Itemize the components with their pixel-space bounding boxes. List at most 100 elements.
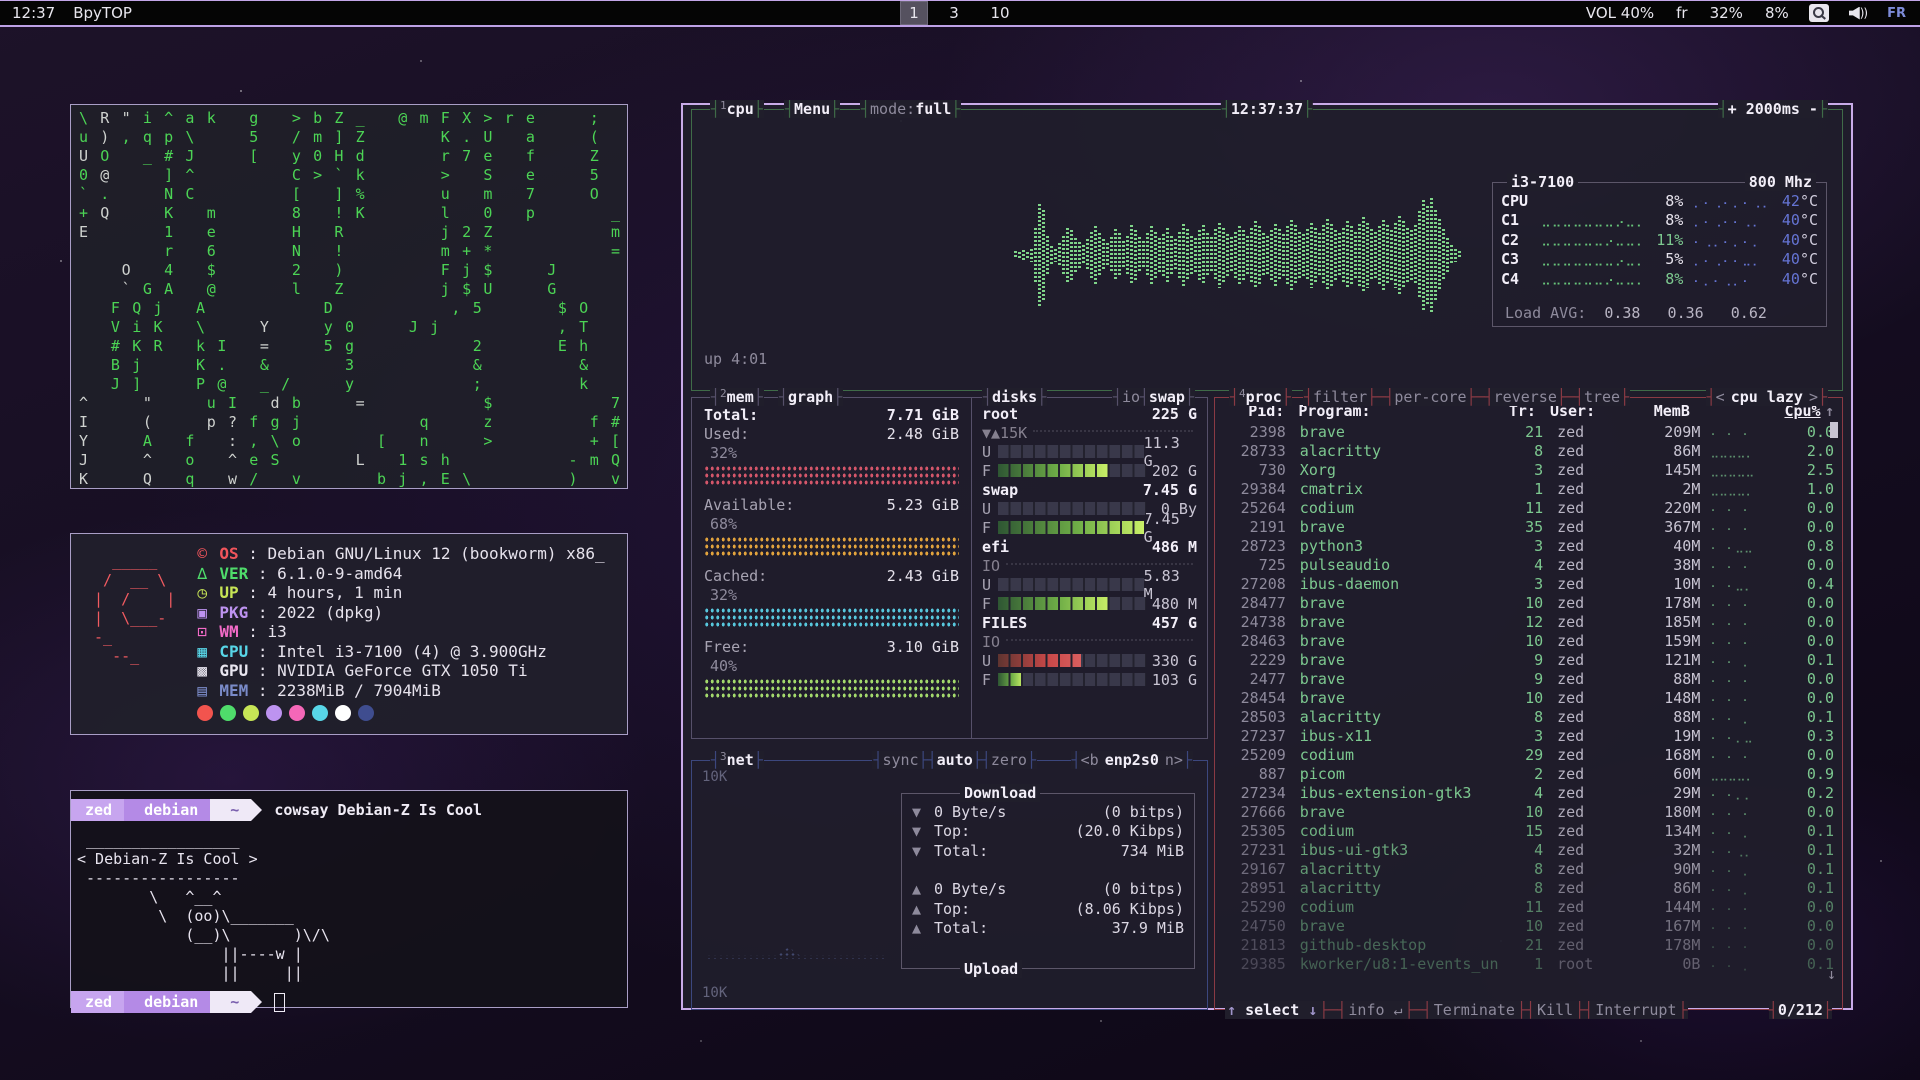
kill-button[interactable]: Kill bbox=[1535, 1001, 1575, 1019]
select-control[interactable]: ↑ select ↓ bbox=[1225, 1001, 1319, 1019]
core-stat-row: C3⣀⣀⣀⣀⣀⣀⣀⡠⣀⣀⣀5%⡀⠄⢀⠄⠄⣀⡀40°C bbox=[1493, 250, 1826, 270]
net-stat-row: ▼Top:(20.0 Kibps) bbox=[902, 822, 1194, 842]
cmatrix-terminal[interactable]: \ R " i ^ a k g > b Z _ @ m F X > r e ;u… bbox=[70, 104, 628, 489]
workspace-button-1[interactable]: 1 bbox=[900, 1, 928, 25]
process-row[interactable]: 2229brave9zed121M⠄ ⠄ ⡀0.1 bbox=[1215, 650, 1842, 669]
workspace-button-10[interactable]: 10 bbox=[980, 1, 1020, 25]
process-row[interactable]: 25305codium15zed134M⠄ ⠄ ⡀0.1 bbox=[1215, 821, 1842, 840]
terminal-color-dots bbox=[197, 705, 604, 721]
process-row[interactable]: 887picom2zed60M⣀⣀⣀⣀⡀0.9 bbox=[1215, 764, 1842, 783]
scrollbar-thumb[interactable] bbox=[1830, 422, 1838, 438]
process-row[interactable]: 29384cmatrix1zed2M⣀⣀⣀⣀⡀1.0 bbox=[1215, 479, 1842, 498]
i3bar: 12:37 BpyTOP 1310 VOL 40%fr32%8% )) FR bbox=[0, 0, 1920, 27]
disk-name-row: FILES457 G bbox=[982, 613, 1197, 632]
screenshot-icon[interactable] bbox=[1809, 4, 1829, 22]
process-row[interactable]: 28477brave10zed178M⠄ ⠄ ⠄0.0 bbox=[1215, 593, 1842, 612]
process-row[interactable]: 28454brave10zed148M⠄ ⠄ ⠄0.0 bbox=[1215, 688, 1842, 707]
system-info-line: ▩GPU : NVIDIA GeForce GTX 1050 Ti bbox=[197, 661, 604, 681]
process-row[interactable]: 27231ibus-ui-gtk34zed32M⠄ ⠄⢀⡀0.1 bbox=[1215, 840, 1842, 859]
process-row[interactable]: 28503alacritty8zed88M⠄ ⠄ ⡀0.1 bbox=[1215, 707, 1842, 726]
matrix-row: u ) , q p \ 5 / m ] Z K . U a ( bbox=[79, 128, 619, 147]
scroll-down-arrow[interactable]: ↓ bbox=[1827, 965, 1836, 983]
sort-mode[interactable]: cpu lazy bbox=[1725, 388, 1809, 406]
iface-prev-button[interactable]: <b bbox=[1081, 751, 1099, 769]
disk-free-row: F103 G bbox=[982, 670, 1197, 689]
mem-stat-row: Cached:2.43 GiB bbox=[704, 567, 959, 586]
matrix-row: O 4 $ 2 ) F j $ J R bbox=[79, 261, 619, 280]
shell-prompt-2[interactable]: zed debian ~ bbox=[71, 991, 627, 1013]
process-row[interactable]: 27666brave10zed180M⠄ ⠄ ⠄0.0 bbox=[1215, 802, 1842, 821]
terminal-cursor[interactable] bbox=[274, 993, 285, 1012]
proc-tab-reverse[interactable]: reverse bbox=[1494, 388, 1557, 406]
process-row[interactable]: 2191brave35zed367M⠄ ⠄ ⠄0.0 bbox=[1215, 517, 1842, 536]
net-box: ┤3net├ ┤sync├┤auto├┤zero├ ┤<benp2s0n>├ 1… bbox=[691, 760, 1208, 1010]
mem-graph-tab[interactable]: graph bbox=[788, 388, 833, 406]
process-row[interactable]: 25264codium11zed220M⠄ ⠄ ⠄0.0 bbox=[1215, 498, 1842, 517]
disks-box-title: disks bbox=[992, 388, 1037, 406]
prompt-user: zed bbox=[71, 991, 124, 1013]
process-row[interactable]: 725pulseaudio4zed38M⠄ ⠄ ⠄0.0 bbox=[1215, 555, 1842, 574]
process-row[interactable]: 29167alacritty8zed90M⠄ ⠄ ⡀0.1 bbox=[1215, 859, 1842, 878]
matrix-row: \ R " i ^ a k g > b Z _ @ m F X > r e ; bbox=[79, 109, 619, 128]
process-row[interactable]: 24738brave12zed185M⠄ ⠄ ⠄0.0 bbox=[1215, 612, 1842, 631]
matrix-row: ^ " u I d b = $ 7 a bbox=[79, 394, 619, 413]
disks-io-tab[interactable]: io bbox=[1122, 388, 1140, 406]
core-stat-row: CPU8%⡀⠄⢀⠄⡀⠄⢀⡀42°C bbox=[1493, 191, 1826, 211]
bpytop-window[interactable]: ┤1cpu├ ┤Menu├ ┤mode:full├ ┤12:37:37├ ┤+ … bbox=[681, 103, 1853, 1010]
mem-meter bbox=[704, 536, 959, 558]
mem-stat-row: Used:2.48 GiB bbox=[704, 425, 959, 444]
disk-free-row: F480 M bbox=[982, 594, 1197, 613]
sort-next-button[interactable]: > bbox=[1809, 388, 1818, 406]
cowsay-terminal[interactable]: zed debian ~ cowsay Debian-Z Is Cool ___… bbox=[70, 790, 628, 1008]
net-tab-auto[interactable]: auto bbox=[937, 751, 973, 769]
matrix-row: ` G A @ l Z j $ U G m bbox=[79, 280, 619, 299]
interval-control[interactable]: + 2000ms - bbox=[1728, 100, 1818, 118]
proc-tab-tree[interactable]: tree bbox=[1584, 388, 1620, 406]
process-row[interactable]: 24750brave10zed167M⠄ ⠄ ⠄0.0 bbox=[1215, 916, 1842, 935]
matrix-row: + Q K m 8 ! K l 0 p _ bbox=[79, 204, 619, 223]
process-row[interactable]: 25290codium11zed144M⠄ ⠄ ⠄0.0 bbox=[1215, 897, 1842, 916]
process-row[interactable]: 28723python33zed40M⠄ ⠄⣀⣀0.8 bbox=[1215, 536, 1842, 555]
net-tab-sync[interactable]: sync bbox=[882, 751, 918, 769]
net-tab-zero[interactable]: zero bbox=[991, 751, 1027, 769]
process-row[interactable]: 28733alacritty8zed86M⣀⣀⣀⣀⡀2.0 bbox=[1215, 441, 1842, 460]
process-row[interactable]: 21813github-desktop21zed178M⠄ ⠄ ⠄0.0 bbox=[1215, 935, 1842, 954]
process-row[interactable]: 29385kworker/u8:1-events_un1root0B⠄ ⠄ ⡀0… bbox=[1215, 954, 1842, 973]
matrix-row: # K R k I = 5 g 2 E h e bbox=[79, 337, 619, 356]
process-row[interactable]: 27234ibus-extension-gtk34zed29M⠄ ⠄⡀⡀0.2 bbox=[1215, 783, 1842, 802]
system-info-line: ⊡WM : i3 bbox=[197, 622, 604, 642]
keyboard-layout[interactable]: FR bbox=[1887, 6, 1906, 21]
sort-prev-button[interactable]: < bbox=[1716, 388, 1725, 406]
terminate-button[interactable]: Terminate bbox=[1432, 1001, 1517, 1019]
process-row[interactable]: 27208ibus-daemon3zed10M⠄ ⠄⣀⡀0.4 bbox=[1215, 574, 1842, 593]
window-title: BpyTOP bbox=[73, 4, 132, 22]
process-row[interactable]: 27237ibus-x113zed19M⠄ ⠄⡀⣀0.3 bbox=[1215, 726, 1842, 745]
process-row[interactable]: 2398brave21zed209M⠄ ⠄ ⠄0.0 bbox=[1215, 422, 1842, 441]
mode-value[interactable]: full bbox=[915, 100, 951, 118]
process-row[interactable]: 28463brave10zed159M⠄ ⠄ ⠄0.0 bbox=[1215, 631, 1842, 650]
clock-readout: 12:37:37 bbox=[1231, 100, 1303, 118]
mode-label[interactable]: mode: bbox=[870, 100, 915, 118]
proc-tab-per-core[interactable]: per-core bbox=[1394, 388, 1466, 406]
proc-tab-filter[interactable]: filter bbox=[1313, 388, 1367, 406]
info-button[interactable]: info ↵ bbox=[1346, 1001, 1404, 1019]
fetch-terminal[interactable]: _____ / __ \ | / | | \___- -_ --_ ©OS : … bbox=[70, 533, 628, 735]
process-row[interactable]: 2477brave9zed88M⠄ ⠄ ⠄0.0 bbox=[1215, 669, 1842, 688]
cpu-box: ┤1cpu├ ┤Menu├ ┤mode:full├ ┤12:37:37├ ┤+ … bbox=[691, 109, 1843, 391]
matrix-row: U O _ # J [ y 0 H d r 7 e f Z bbox=[79, 147, 619, 166]
process-row[interactable]: 25209codium29zed168M⠄ ⠄ ⠄0.0 bbox=[1215, 745, 1842, 764]
core-stat-row: C2⣀⣀⣀⣀⣀⣀⡠⣀⣀⣀⣀11%⠄⢀⡀⠄⡀⠄⡀40°C bbox=[1493, 230, 1826, 250]
disks-swap-tab[interactable]: swap bbox=[1149, 388, 1185, 406]
workspace-button-3[interactable]: 3 bbox=[934, 1, 974, 25]
interrupt-button[interactable]: Interrupt bbox=[1593, 1001, 1678, 1019]
iface-next-button[interactable]: n> bbox=[1165, 751, 1183, 769]
menu-button[interactable]: Menu bbox=[794, 100, 830, 118]
debian-ascii-logo: _____ / __ \ | / | | \___- -_ --_ bbox=[85, 552, 175, 713]
disk-name-row: root225 G bbox=[982, 404, 1197, 423]
disk-used-row: U5.83 M bbox=[982, 575, 1197, 594]
process-row[interactable]: 28951alacritty8zed86M⠄ ⠄ ⡀0.1 bbox=[1215, 878, 1842, 897]
status-module: VOL 40% bbox=[1586, 4, 1654, 22]
process-row[interactable]: 730Xorg3zed145M⣀⣀⣀⣀⣀2.5 bbox=[1215, 460, 1842, 479]
volume-icon[interactable]: )) bbox=[1849, 6, 1867, 20]
prompt-user: zed bbox=[71, 799, 124, 821]
